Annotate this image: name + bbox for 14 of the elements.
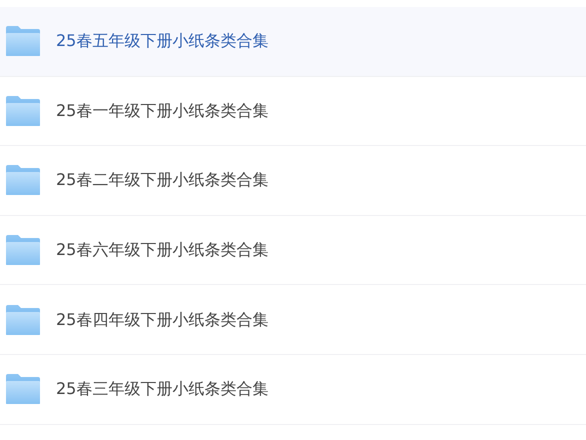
- folder-icon: [5, 234, 41, 266]
- folder-name: 25春五年级下册小纸条类合集: [56, 30, 268, 52]
- folder-name: 25春二年级下册小纸条类合集: [56, 169, 268, 192]
- folder-icon: [5, 25, 41, 58]
- folder-icon: [5, 373, 41, 406]
- folder-name: 25春六年级下册小纸条类合集: [56, 239, 268, 262]
- folder-name: 25春四年级下册小纸条类合集: [56, 308, 268, 331]
- folder-row[interactable]: 25春一年级下册小纸条类合集: [0, 76, 586, 146]
- folder-icon: [5, 164, 41, 196]
- folder-name: 25春一年级下册小纸条类合集: [56, 100, 268, 122]
- folder-name: 25春三年级下册小纸条类合集: [56, 378, 268, 400]
- folder-icon: [5, 94, 41, 127]
- folder-icon: [5, 304, 41, 336]
- folder-row[interactable]: 25春五年级下册小纸条类合集: [0, 7, 586, 77]
